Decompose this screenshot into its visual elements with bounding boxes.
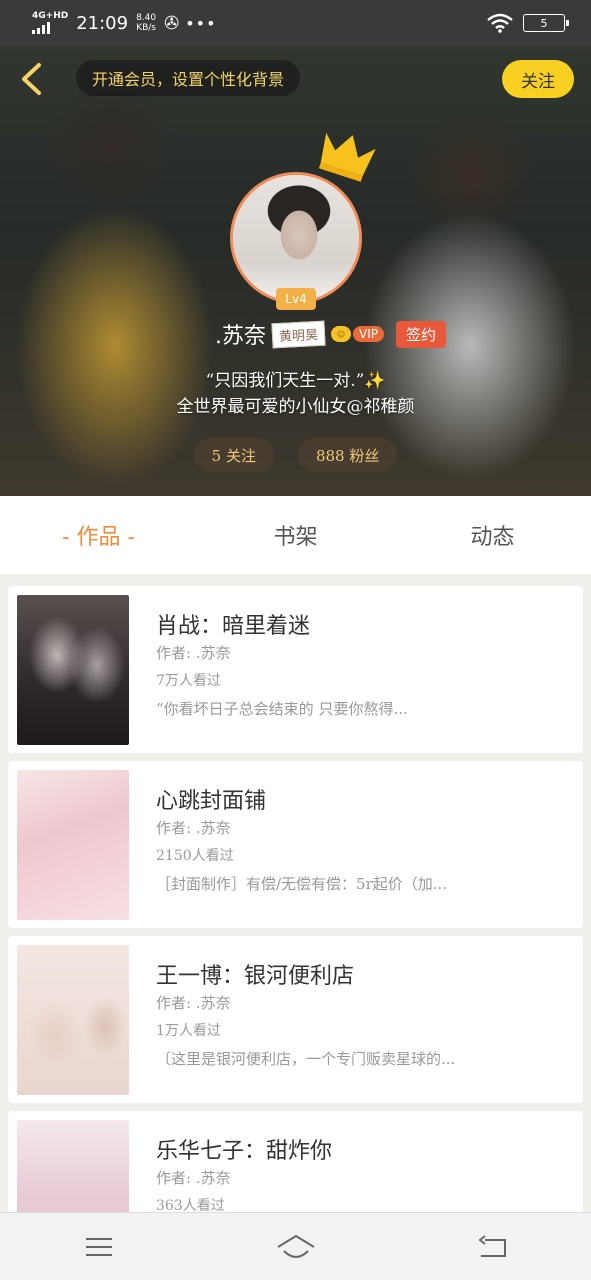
home-icon	[276, 1234, 315, 1258]
battery-level: 5	[540, 16, 548, 30]
work-description: 〔这里是银河便利店，一个专门贩卖星球的...	[156, 1050, 456, 1068]
work-author: 作者: .苏奈	[156, 1169, 231, 1187]
following-count[interactable]: 5 关注	[193, 438, 274, 472]
signal-indicator: 4G+HD	[32, 12, 68, 34]
work-description: “你看坏日子总会结束的 只要你熬得...	[156, 700, 408, 718]
work-views: 363人看过	[156, 1198, 225, 1212]
fan-icon: ✇	[164, 12, 180, 34]
vip-badge: ☺ VIP	[331, 326, 384, 342]
work-title: 王一博：银河便利店	[156, 964, 355, 989]
bio: “只因我们天生一对.”✨ 全世界最可爱的小仙女@祁稚颜	[0, 368, 591, 420]
profile-header: 开通会员，设置个性化背景 关注 Lv4 .苏奈 黄明昊 ☺ VIP 签约 “只因…	[0, 46, 591, 496]
system-navigation-bar	[0, 1212, 591, 1280]
tab-bookshelf[interactable]: 书架	[197, 496, 394, 574]
work-title: 心跳封面铺	[156, 789, 267, 814]
work-views: 7万人看过	[156, 673, 221, 689]
more-notifications-icon: •••	[185, 13, 217, 33]
wifi-icon	[487, 13, 513, 33]
tab-works[interactable]: - 作品 -	[0, 496, 197, 574]
followers-count[interactable]: 888 粉丝	[297, 438, 398, 472]
network-speed: 8.40 KB/s	[136, 13, 156, 33]
speed-value: 8.40	[136, 13, 157, 23]
signed-badge: 签约	[395, 320, 446, 348]
battery-icon: 5	[523, 14, 569, 32]
tab-activity[interactable]: 动态	[394, 496, 591, 574]
bio-line-2: 全世界最可爱的小仙女@祁稚颜	[176, 397, 415, 417]
avatar-image	[233, 175, 359, 301]
work-card[interactable]: 乐华七子：甜炸你 作者: .苏奈 363人看过	[8, 1111, 583, 1212]
clock: 21:09	[76, 12, 129, 34]
work-cover-image	[17, 1120, 129, 1212]
vip-label: VIP	[353, 326, 384, 342]
menu-icon	[85, 1237, 112, 1256]
bio-line-1: “只因我们天生一对.”	[205, 371, 365, 391]
work-views: 2150人看过	[156, 848, 234, 864]
username: .苏奈	[214, 324, 266, 349]
work-cover-image	[17, 770, 129, 920]
name-tag: 黄明昊	[271, 320, 326, 348]
work-cover-image	[17, 945, 129, 1095]
vip-coin-icon: ☺	[331, 326, 351, 342]
works-list: 肖战：暗里着迷 作者: .苏奈 7万人看过 “你看坏日子总会结束的 只要你熬得.…	[0, 574, 591, 1212]
follow-button[interactable]: 关注	[502, 60, 574, 98]
work-card[interactable]: 王一博：银河便利店 作者: .苏奈 1万人看过 〔这里是银河便利店，一个专门贩卖…	[8, 936, 583, 1103]
back-icon	[477, 1234, 506, 1257]
signal-icon	[32, 22, 50, 34]
work-description: ［封面制作］有偿/无偿有偿：5r起价（加...	[156, 875, 448, 893]
menu-button[interactable]	[69, 1227, 129, 1267]
status-bar: 4G+HD 21:09 8.40 KB/s ✇ ••• 5	[0, 0, 591, 46]
work-card[interactable]: 肖战：暗里着迷 作者: .苏奈 7万人看过 “你看坏日子总会结束的 只要你熬得.…	[8, 586, 583, 753]
network-type: 4G+HD	[32, 11, 69, 21]
avatar[interactable]	[230, 172, 362, 304]
work-author: 作者: .苏奈	[156, 994, 231, 1012]
work-title: 肖战：暗里着迷	[156, 614, 311, 639]
sparkle-icon: ✨	[364, 371, 386, 391]
home-button[interactable]	[266, 1227, 326, 1267]
work-author: 作者: .苏奈	[156, 644, 231, 662]
work-views: 1万人看过	[156, 1023, 221, 1039]
back-button[interactable]	[16, 62, 46, 96]
chevron-left-icon	[22, 63, 41, 95]
back-nav-button[interactable]	[463, 1227, 523, 1267]
level-badge: Lv4	[276, 288, 316, 310]
work-cover-image	[17, 595, 129, 745]
work-title: 乐华七子：甜炸你	[156, 1139, 333, 1164]
name-row: .苏奈 黄明昊 ☺ VIP 签约	[0, 318, 591, 350]
work-author: 作者: .苏奈	[156, 819, 231, 837]
content-tabs: - 作品 - 书架 动态	[0, 496, 591, 574]
work-card[interactable]: 心跳封面铺 作者: .苏奈 2150人看过 ［封面制作］有偿/无偿有偿：5r起价…	[8, 761, 583, 928]
stats-row: 5 关注 888 粉丝	[0, 438, 591, 472]
speed-unit: KB/s	[136, 23, 156, 33]
vip-background-prompt[interactable]: 开通会员，设置个性化背景	[76, 60, 301, 96]
